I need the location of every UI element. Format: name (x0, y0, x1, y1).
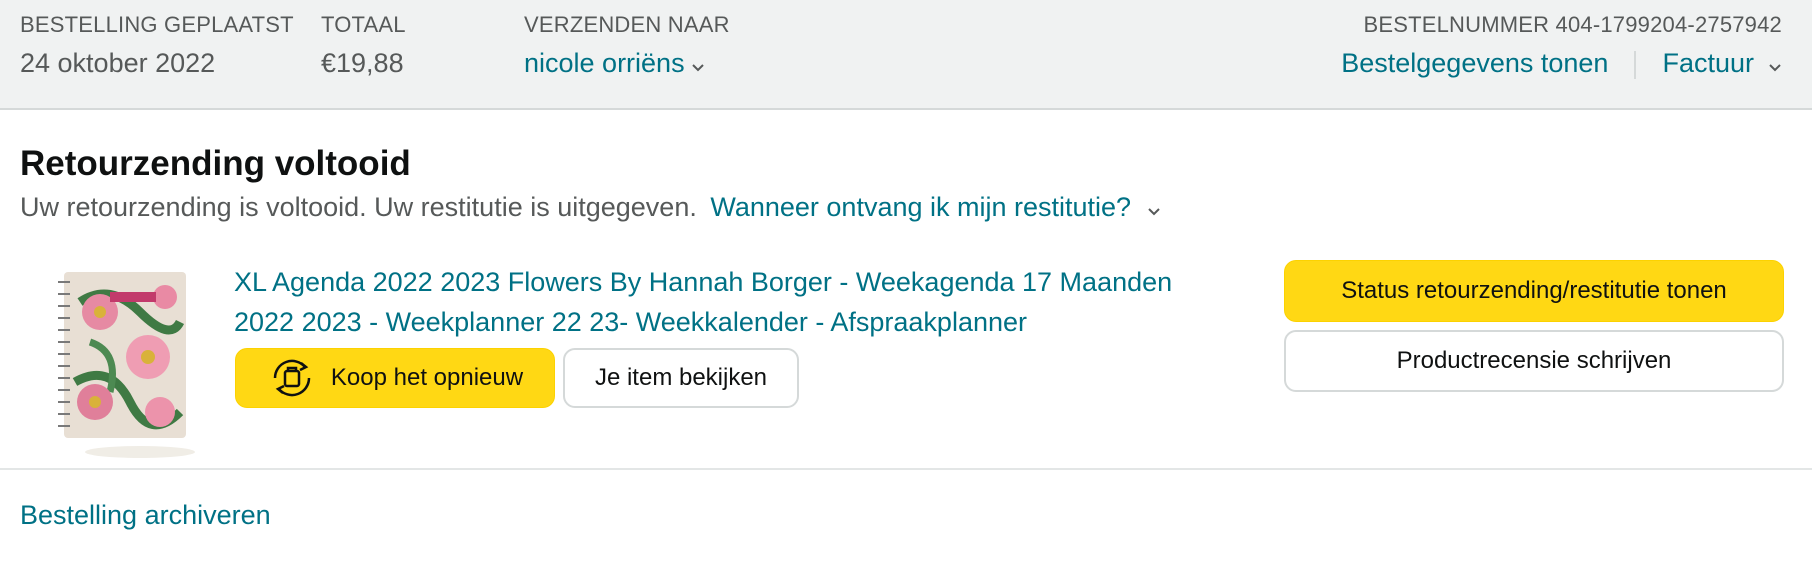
invoice-dropdown[interactable]: Factuur (1662, 48, 1782, 78)
archive-order-link[interactable]: Bestelling archiveren (20, 500, 271, 531)
refund-info-label: Wanneer ontvang ik mijn restitutie? (710, 192, 1132, 222)
product-title-link[interactable]: XL Agenda 2022 2023 Flowers By Hannah Bo… (234, 262, 1234, 342)
order-actions: Bestelgegevens tonen Factuur (1341, 48, 1782, 80)
order-details-link[interactable]: Bestelgegevens tonen (1341, 48, 1608, 78)
view-item-label: Je item bekijken (594, 364, 768, 391)
chevron-down-icon (691, 49, 705, 80)
reorder-icon (267, 356, 317, 400)
order-meta-group: BESTELNUMMER 404-1799204-2757942 Bestelg… (1341, 12, 1782, 80)
chevron-down-icon (1147, 193, 1161, 224)
return-status-label: Status retourzending/restitutie tonen (1341, 277, 1727, 304)
total-group: TOTAAL €19,88 (321, 12, 406, 79)
ship-to-label: VERZENDEN NAAR (524, 12, 730, 37)
refund-info-dropdown[interactable]: Wanneer ontvang ik mijn restitutie? (710, 192, 1161, 222)
write-review-button[interactable]: Productrecensie schrijven (1284, 330, 1784, 392)
header-divider (1634, 50, 1637, 79)
product-image[interactable] (50, 262, 200, 462)
invoice-label: Factuur (1662, 48, 1754, 78)
write-review-label: Productrecensie schrijven (1396, 347, 1672, 374)
return-status-text: Uw retourzending is voltooid. Uw restitu… (20, 192, 697, 222)
order-number: BESTELNUMMER 404-1799204-2757942 (1363, 12, 1782, 37)
order-placed-date: 24 oktober 2022 (20, 48, 216, 78)
order-placed-group: BESTELLING GEPLAATST 24 oktober 2022 (20, 12, 294, 79)
chevron-down-icon (1768, 49, 1782, 80)
total-amount: €19,88 (321, 48, 404, 78)
view-item-button[interactable]: Je item bekijken (563, 348, 799, 408)
return-status-button[interactable]: Status retourzending/restitutie tonen (1284, 260, 1784, 322)
order-placed-label: BESTELLING GEPLAATST (20, 12, 294, 37)
section-divider (0, 468, 1812, 470)
ship-to-name: nicole orriëns (524, 48, 685, 78)
order-header: BESTELLING GEPLAATST 24 oktober 2022 TOT… (0, 0, 1812, 110)
return-status-message: Uw retourzending is voltooid. Uw restitu… (20, 192, 1161, 224)
total-label: TOTAAL (321, 12, 406, 37)
order-card: BESTELLING GEPLAATST 24 oktober 2022 TOT… (0, 0, 1812, 562)
return-status-title: Retourzending voltooid (20, 144, 411, 183)
ship-to-group: VERZENDEN NAAR nicole orriëns (524, 12, 730, 80)
buy-again-button[interactable]: Koop het opnieuw (235, 348, 555, 408)
ship-to-dropdown[interactable]: nicole orriëns (524, 48, 730, 80)
buy-again-label: Koop het opnieuw (330, 364, 524, 391)
